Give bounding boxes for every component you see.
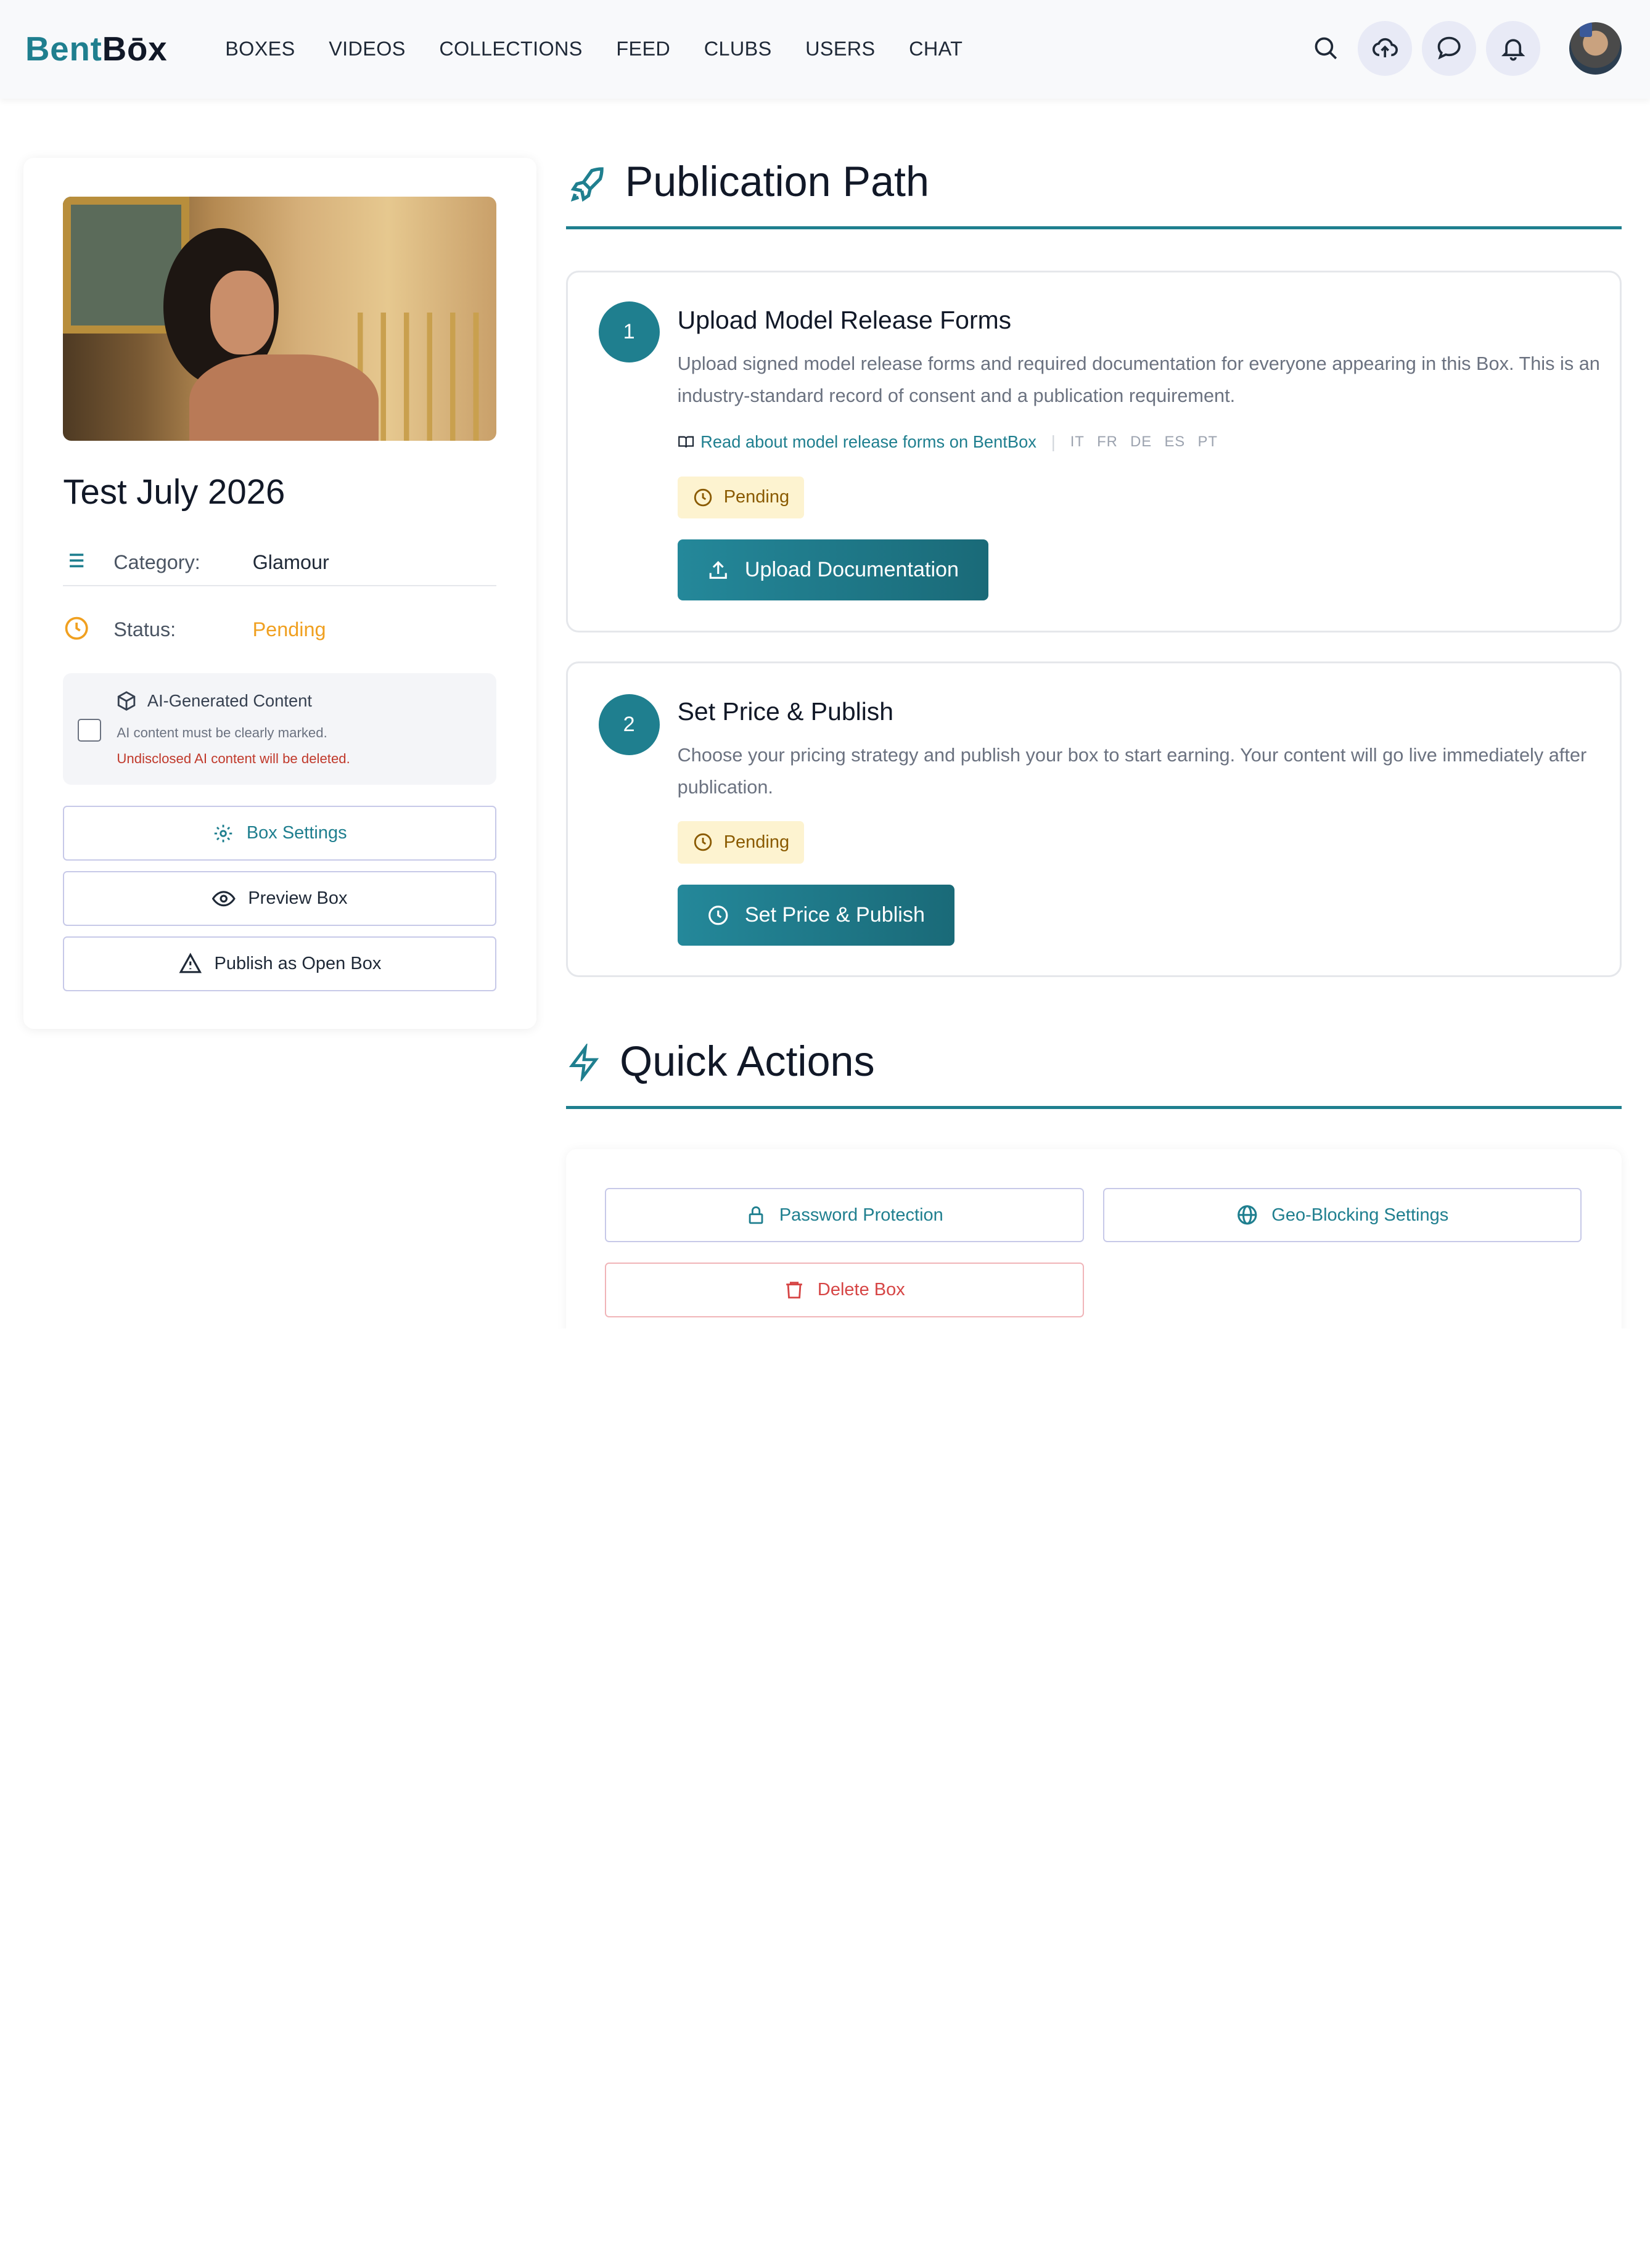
box-settings-button[interactable]: Box Settings <box>63 806 497 861</box>
lang-link-es[interactable]: ES <box>1165 433 1186 451</box>
thumbnail-face-shape <box>210 270 274 355</box>
box-title: Test July 2026 <box>63 472 285 511</box>
category-label: Category: <box>113 551 200 574</box>
clock-icon <box>65 616 89 640</box>
upload-cloud-icon[interactable] <box>1357 21 1413 76</box>
geo-blocking-label: Geo-Blocking Settings <box>1271 1205 1449 1225</box>
clock-icon <box>694 833 712 851</box>
thumbnail-body-shape <box>189 354 379 441</box>
list-icon <box>70 554 84 568</box>
gear-icon <box>215 824 232 842</box>
publish-open-box-button[interactable]: Publish as Open Box <box>63 936 497 991</box>
geo-blocking-button[interactable]: Geo-Blocking Settings <box>1102 1187 1582 1243</box>
status-row: Status: Pending <box>63 606 496 652</box>
avatar[interactable] <box>1569 22 1622 75</box>
release-forms-link[interactable]: Read about model release forms on BentBo… <box>700 432 1036 452</box>
book-icon <box>678 436 694 448</box>
quick-actions-header: Quick Actions <box>566 1035 1622 1109</box>
menu-item-chat[interactable]: CHAT <box>909 38 962 60</box>
globe-icon <box>1238 1205 1257 1225</box>
eye-icon <box>212 890 236 906</box>
status-badge-label: Pending <box>723 832 790 853</box>
menu-item-clubs[interactable]: CLUBS <box>704 38 772 60</box>
upload-icon <box>710 560 728 579</box>
step-number: 1 <box>598 301 660 363</box>
set-price-publish-button[interactable]: Set Price & Publish <box>677 884 954 946</box>
upload-documentation-button[interactable]: Upload Documentation <box>677 539 988 601</box>
step-title: Upload Model Release Forms <box>677 306 1012 335</box>
lock-icon <box>749 1206 763 1224</box>
quick-actions-title: Quick Actions <box>620 1038 875 1085</box>
publication-path-header: Publication Path <box>566 156 1622 230</box>
step-number: 2 <box>598 694 660 755</box>
menu-item-boxes[interactable]: BOXES <box>225 38 295 60</box>
step-description: Upload signed model release forms and re… <box>677 353 1600 406</box>
password-protection-button[interactable]: Password Protection <box>605 1187 1084 1243</box>
lang-link-fr[interactable]: FR <box>1097 433 1118 451</box>
category-value: Glamour <box>252 551 329 574</box>
menu-item-videos[interactable]: VIDEOS <box>329 38 406 60</box>
ai-content-note: AI content must be clearly marked. <box>117 724 327 740</box>
category-row: Category: Glamour <box>63 539 496 585</box>
rocket-icon <box>570 167 604 202</box>
bell-icon[interactable] <box>1485 21 1541 76</box>
preview-box-label: Preview Box <box>248 888 348 908</box>
password-protection-label: Password Protection <box>779 1205 943 1225</box>
publish-open-box-label: Publish as Open Box <box>214 953 382 973</box>
status-badge: Pending <box>677 476 805 518</box>
menu-item-users[interactable]: USERS <box>805 38 875 60</box>
step-card-upload-forms: 1 Upload Model Release Forms Upload sign… <box>566 270 1622 633</box>
chat-icon[interactable] <box>1421 21 1477 76</box>
set-price-publish-label: Set Price & Publish <box>744 903 925 927</box>
meta-divider <box>63 584 497 586</box>
delete-box-label: Delete Box <box>817 1279 905 1300</box>
ai-content-checkbox[interactable] <box>78 718 101 742</box>
logo[interactable]: BentBōx <box>25 30 168 68</box>
logo-part-1: Bent <box>25 30 102 68</box>
link-separator: | <box>1051 432 1056 451</box>
lang-link-de[interactable]: DE <box>1130 433 1152 451</box>
page: BentBōx BOXES VIDEOS COLLECTIONS FEED CL… <box>0 0 1650 1329</box>
trash-icon <box>786 1282 803 1299</box>
delete-box-button[interactable]: Delete Box <box>605 1262 1084 1317</box>
upload-documentation-label: Upload Documentation <box>744 558 959 582</box>
ai-content-title: AI-Generated Content <box>147 691 312 711</box>
ai-content-panel: AI-Generated Content AI content must be … <box>63 673 497 785</box>
lang-link-pt[interactable]: PT <box>1198 433 1218 451</box>
preview-box-button[interactable]: Preview Box <box>63 871 497 926</box>
clock-icon <box>708 905 728 925</box>
publication-path-title: Publication Path <box>625 158 929 205</box>
search-icon[interactable] <box>1299 21 1353 76</box>
step-title: Set Price & Publish <box>677 697 894 726</box>
box-thumbnail[interactable] <box>63 197 497 441</box>
step-description: Choose your pricing strategy and publish… <box>677 744 1587 798</box>
status-badge: Pending <box>677 821 805 864</box>
main-menu: BOXES VIDEOS COLLECTIONS FEED CLUBS USER… <box>225 38 962 60</box>
quick-actions-card: Password Protection Geo-Blocking Setting… <box>566 1148 1622 1329</box>
release-forms-link-row: Read about model release forms on BentBo… <box>678 432 1224 452</box>
logo-part-2: Bōx <box>102 30 168 68</box>
status-value: Pending <box>252 618 326 641</box>
clock-icon <box>694 488 712 507</box>
status-badge-label: Pending <box>723 487 790 507</box>
cube-icon <box>117 690 135 711</box>
box-settings-label: Box Settings <box>246 823 347 843</box>
menu-item-collections[interactable]: COLLECTIONS <box>439 38 582 60</box>
box-summary-card: Test July 2026 Category: Glamour Status:… <box>23 157 537 1030</box>
ai-content-warning: Undisclosed AI content will be deleted. <box>117 751 350 767</box>
top-navbar: BentBōx BOXES VIDEOS COLLECTIONS FEED CL… <box>0 0 1650 99</box>
menu-item-feed[interactable]: FEED <box>616 38 670 60</box>
warning-icon <box>178 952 202 973</box>
step-card-set-price: 2 Set Price & Publish Choose your pricin… <box>566 661 1622 978</box>
lightning-icon <box>568 1043 599 1082</box>
facebook-badge-icon <box>1579 22 1593 37</box>
lang-link-it[interactable]: IT <box>1070 433 1085 451</box>
status-label: Status: <box>113 618 176 641</box>
